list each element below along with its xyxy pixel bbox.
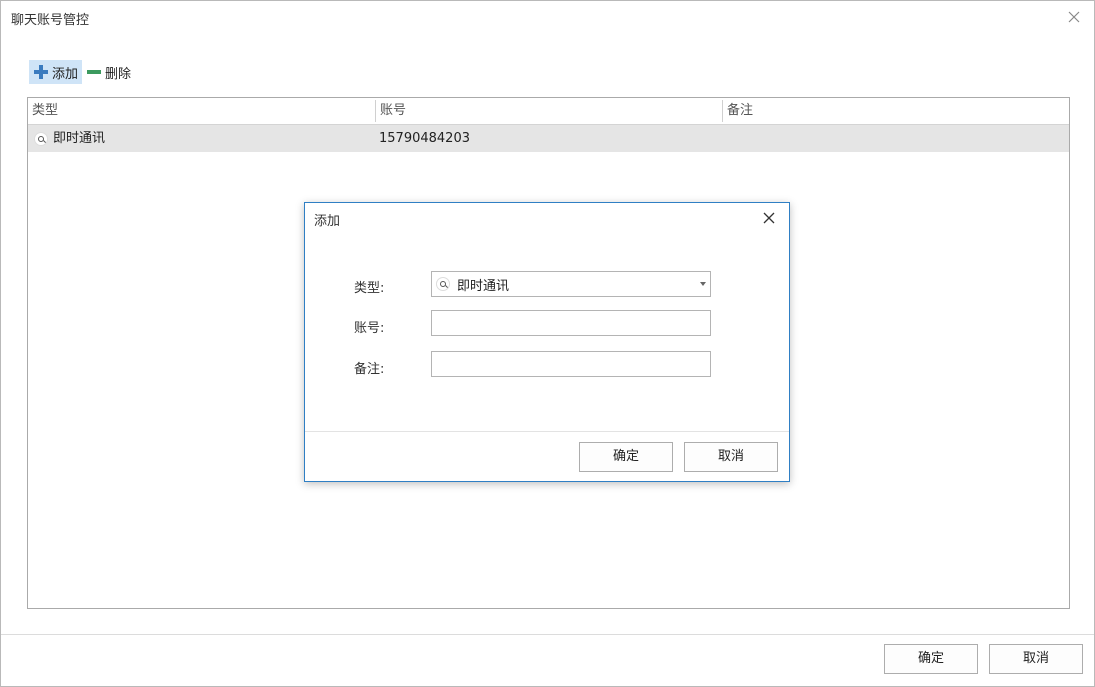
cell-account: 15790484203 (379, 131, 470, 146)
dialog-title: 添加 (314, 214, 341, 229)
column-header-account[interactable]: 账号 (376, 98, 722, 124)
dialog-divider (305, 431, 789, 432)
add-button[interactable]: 添加 (29, 60, 83, 84)
delete-button-label: 删除 (105, 66, 132, 82)
dialog-ok-button[interactable]: 确定 (579, 442, 673, 472)
add-button-label: 添加 (52, 66, 79, 82)
window-title: 聊天账号管控 (11, 13, 90, 28)
footer-divider (1, 634, 1094, 635)
cell-type-text: 即时通讯 (53, 131, 106, 146)
window-close-icon[interactable] (1064, 7, 1084, 27)
column-header-type[interactable]: 类型 (28, 98, 375, 124)
type-select[interactable]: 即时通讯 (431, 271, 711, 297)
note-input[interactable] (431, 351, 711, 377)
type-select-value: 即时通讯 (457, 278, 510, 294)
im-icon (34, 131, 48, 146)
account-input[interactable] (431, 310, 711, 336)
type-label: 类型: (354, 281, 385, 296)
im-icon (436, 277, 450, 291)
table-row[interactable]: 即时通讯 15790484203 (28, 125, 1069, 152)
dialog-close-icon[interactable] (761, 210, 777, 226)
add-dialog: 添加 类型: 即时通讯 账号: 备注: 确定 取消 (304, 202, 790, 482)
account-label: 账号: (354, 321, 385, 336)
delete-button[interactable]: 删除 (82, 60, 135, 84)
plus-icon (33, 64, 49, 80)
grid-header: 类型 账号 备注 (28, 98, 1069, 125)
dialog-cancel-button[interactable]: 取消 (684, 442, 778, 472)
cancel-button[interactable]: 取消 (989, 644, 1083, 674)
cell-type: 即时通讯 (34, 125, 105, 152)
column-header-note[interactable]: 备注 (723, 98, 1069, 124)
note-label: 备注: (354, 362, 385, 377)
dropdown-arrow-icon[interactable] (700, 282, 706, 286)
toolbar: 添加 删除 (29, 59, 135, 85)
minus-icon (86, 64, 102, 80)
ok-button[interactable]: 确定 (884, 644, 978, 674)
